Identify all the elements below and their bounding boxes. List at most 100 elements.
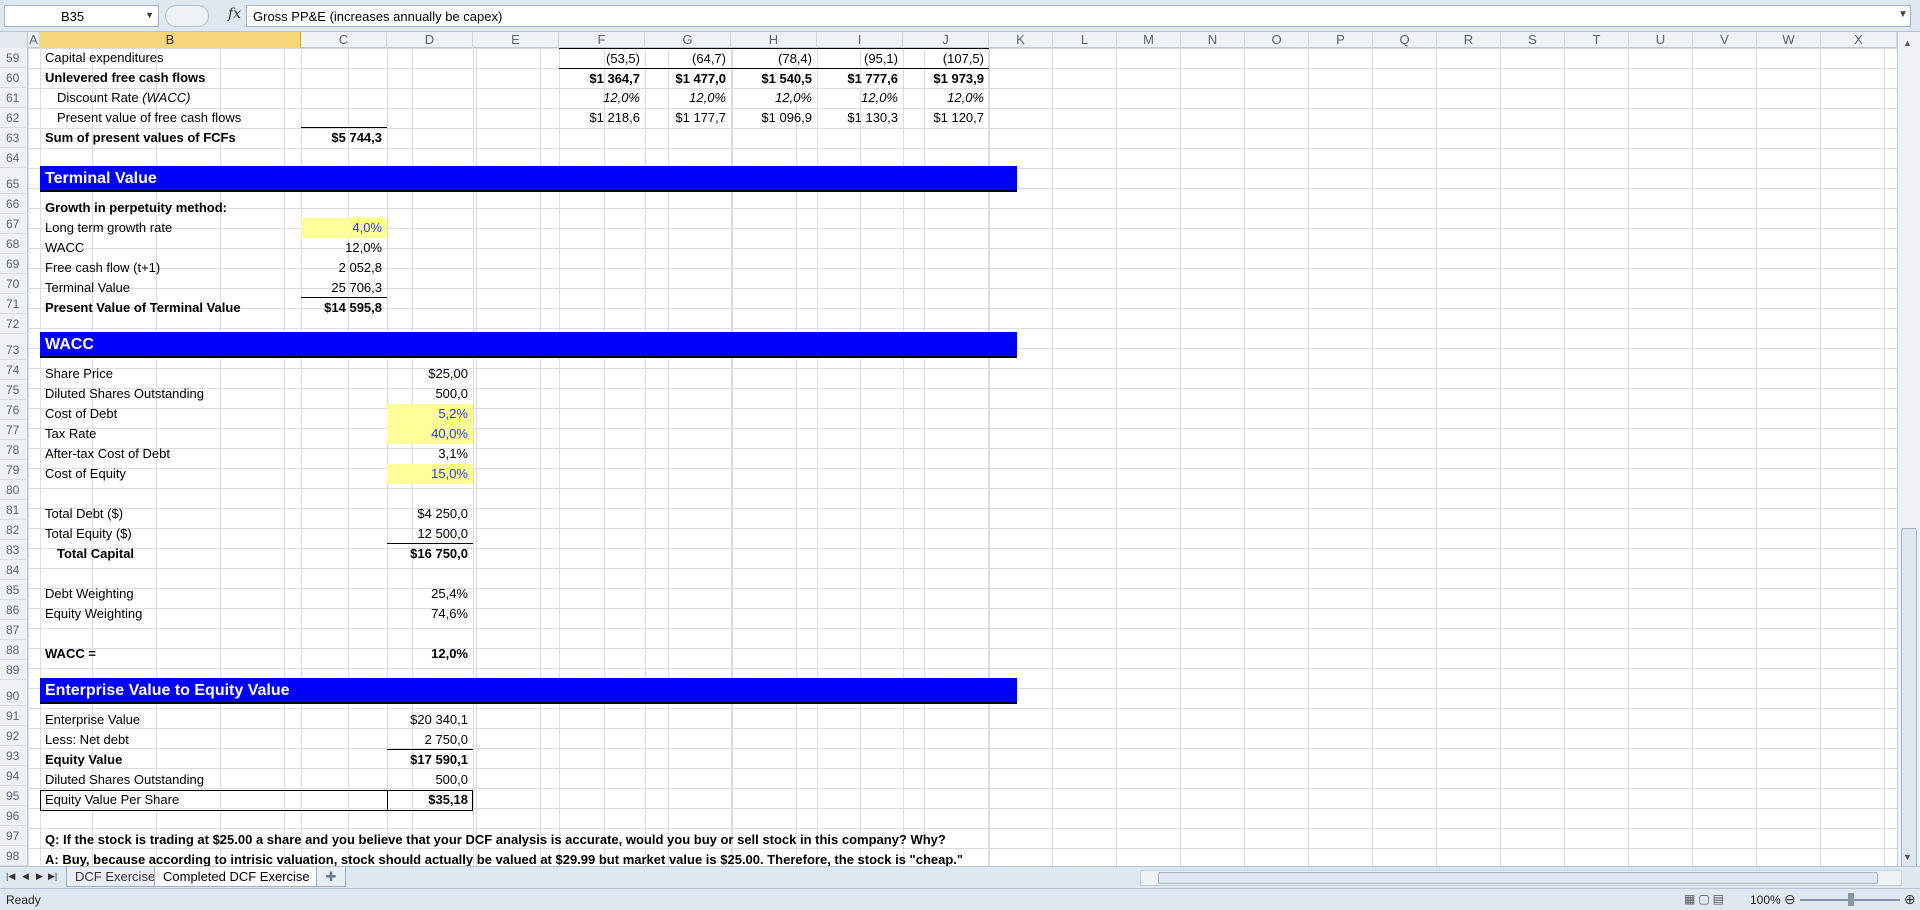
row-header-98[interactable]: 98 <box>0 846 28 866</box>
tv-wacc-value[interactable]: 12,0% <box>301 238 387 258</box>
tax-rate-label[interactable]: Tax Rate <box>40 424 301 444</box>
horizontal-scrollbar[interactable] <box>1140 870 1902 886</box>
row-header-71[interactable]: 71 <box>0 294 28 314</box>
ev-to-equity-header[interactable]: Enterprise Value to Equity Value <box>40 678 1017 704</box>
first-sheet-icon[interactable]: |◀ <box>6 871 15 882</box>
column-header-a[interactable]: A <box>28 32 40 48</box>
per-share-value[interactable]: $35,18 <box>387 790 473 810</box>
column-header-h[interactable]: H <box>731 32 817 48</box>
column-header-s[interactable]: S <box>1501 32 1565 48</box>
equity-value-value[interactable]: $17 590,1 <box>387 750 473 770</box>
ltg-input[interactable]: 4,0% <box>301 218 387 238</box>
row-header-70[interactable]: 70 <box>0 274 28 294</box>
name-box[interactable]: B35 ▼ <box>4 5 159 27</box>
cost-of-equity-input[interactable]: 15,0% <box>387 464 473 484</box>
pvtv-label[interactable]: Present Value of Terminal Value <box>40 298 301 318</box>
pv-g[interactable]: $1 177,7 <box>645 108 731 128</box>
wacc-result-label[interactable]: WACC = <box>40 644 301 664</box>
vertical-scrollbar[interactable]: ▲ ▼ <box>1897 32 1920 868</box>
discount-f[interactable]: 12,0% <box>559 88 645 108</box>
column-header-d[interactable]: D <box>387 32 473 48</box>
row-header-65[interactable]: 65 <box>0 174 28 194</box>
worksheet-grid[interactable]: Capital expenditures (53,5) (64,7) (78,4… <box>28 48 1897 866</box>
ufcf-label[interactable]: Unlevered free cash flows <box>40 68 301 88</box>
row-header-76[interactable]: 76 <box>0 400 28 420</box>
last-sheet-icon[interactable]: ▶| <box>48 871 57 882</box>
pv-h[interactable]: $1 096,9 <box>731 108 817 128</box>
share-price-value[interactable]: $25,00 <box>387 364 473 384</box>
after-tax-debt-value[interactable]: 3,1% <box>387 444 473 464</box>
net-debt-value[interactable]: 2 750,0 <box>387 730 473 750</box>
ev-diluted-shares-label[interactable]: Diluted Shares Outstanding <box>40 770 301 790</box>
ltg-label[interactable]: Long term growth rate <box>40 218 301 238</box>
row-header-89[interactable]: 89 <box>0 660 28 680</box>
row-header-69[interactable]: 69 <box>0 254 28 274</box>
row-header-97[interactable]: 97 <box>0 826 28 846</box>
sheet-tab-completed-dcf[interactable]: Completed DCF Exercise <box>154 867 319 887</box>
row-header-63[interactable]: 63 <box>0 128 28 148</box>
horizontal-scroll-thumb[interactable] <box>1158 872 1878 884</box>
row-header-92[interactable]: 92 <box>0 726 28 746</box>
row-header-77[interactable]: 77 <box>0 420 28 440</box>
total-capital-label[interactable]: Total Capital <box>40 544 301 564</box>
column-header-v[interactable]: V <box>1693 32 1757 48</box>
question-text[interactable]: Q: If the stock is trading at $25.00 a s… <box>40 830 1040 850</box>
column-header-g[interactable]: G <box>645 32 731 48</box>
tv-value[interactable]: 25 706,3 <box>301 278 387 298</box>
row-header-68[interactable]: 68 <box>0 234 28 254</box>
cost-of-debt-input[interactable]: 5,2% <box>387 404 473 424</box>
column-header-t[interactable]: T <box>1565 32 1629 48</box>
row-header-64[interactable]: 64 <box>0 148 28 168</box>
column-header-q[interactable]: Q <box>1373 32 1437 48</box>
column-header-o[interactable]: O <box>1245 32 1309 48</box>
debt-weighting-label[interactable]: Debt Weighting <box>40 584 301 604</box>
ufcf-i[interactable]: $1 777,6 <box>817 68 903 88</box>
wacc-result-value[interactable]: 12,0% <box>387 644 473 664</box>
zoom-level[interactable]: 100% <box>1750 893 1781 907</box>
column-header-p[interactable]: P <box>1309 32 1373 48</box>
capex-j[interactable]: (107,5) <box>903 48 989 68</box>
column-header-k[interactable]: K <box>989 32 1053 48</box>
equity-value-label[interactable]: Equity Value <box>40 750 301 770</box>
row-header-72[interactable]: 72 <box>0 314 28 334</box>
column-header-j[interactable]: J <box>903 32 989 48</box>
total-equity-value[interactable]: 12 500,0 <box>387 524 473 544</box>
capex-h[interactable]: (78,4) <box>731 48 817 68</box>
row-header-66[interactable]: 66 <box>0 194 28 214</box>
pv-fcf-label[interactable]: Present value of free cash flows <box>40 108 301 128</box>
capex-i[interactable]: (95,1) <box>817 48 903 68</box>
total-capital-value[interactable]: $16 750,0 <box>387 544 473 564</box>
column-header-r[interactable]: R <box>1437 32 1501 48</box>
sum-pv-value[interactable]: $5 744,3 <box>301 128 387 148</box>
row-header-67[interactable]: 67 <box>0 214 28 234</box>
pv-i[interactable]: $1 130,3 <box>817 108 903 128</box>
row-header-82[interactable]: 82 <box>0 520 28 540</box>
zoom-slider-knob[interactable] <box>1848 893 1854 906</box>
row-header-81[interactable]: 81 <box>0 500 28 520</box>
enterprise-value-label[interactable]: Enterprise Value <box>40 710 301 730</box>
pv-f[interactable]: $1 218,6 <box>559 108 645 128</box>
row-header-60[interactable]: 60 <box>0 68 28 88</box>
column-header-i[interactable]: I <box>817 32 903 48</box>
discount-j[interactable]: 12,0% <box>903 88 989 108</box>
row-header-87[interactable]: 87 <box>0 620 28 640</box>
row-header-95[interactable]: 95 <box>0 786 28 806</box>
share-price-label[interactable]: Share Price <box>40 364 301 384</box>
pv-j[interactable]: $1 120,7 <box>903 108 989 128</box>
prev-sheet-icon[interactable]: ◀ <box>22 871 29 882</box>
ufcf-f[interactable]: $1 364,7 <box>559 68 645 88</box>
per-share-label[interactable]: Equity Value Per Share <box>40 790 301 810</box>
row-header-74[interactable]: 74 <box>0 360 28 380</box>
column-header-b[interactable]: B <box>40 32 301 48</box>
row-header-62[interactable]: 62 <box>0 108 28 128</box>
wacc-header[interactable]: WACC <box>40 332 1017 358</box>
formula-bar-controls[interactable] <box>165 5 209 27</box>
column-header-c[interactable]: C <box>301 32 387 48</box>
total-debt-label[interactable]: Total Debt ($) <box>40 504 301 524</box>
insert-sheet-icon[interactable]: ✚ <box>316 867 346 887</box>
row-header-83[interactable]: 83 <box>0 540 28 560</box>
tv-wacc-label[interactable]: WACC <box>40 238 301 258</box>
discount-g[interactable]: 12,0% <box>645 88 731 108</box>
diluted-shares-label[interactable]: Diluted Shares Outstanding <box>40 384 301 404</box>
row-header-79[interactable]: 79 <box>0 460 28 480</box>
